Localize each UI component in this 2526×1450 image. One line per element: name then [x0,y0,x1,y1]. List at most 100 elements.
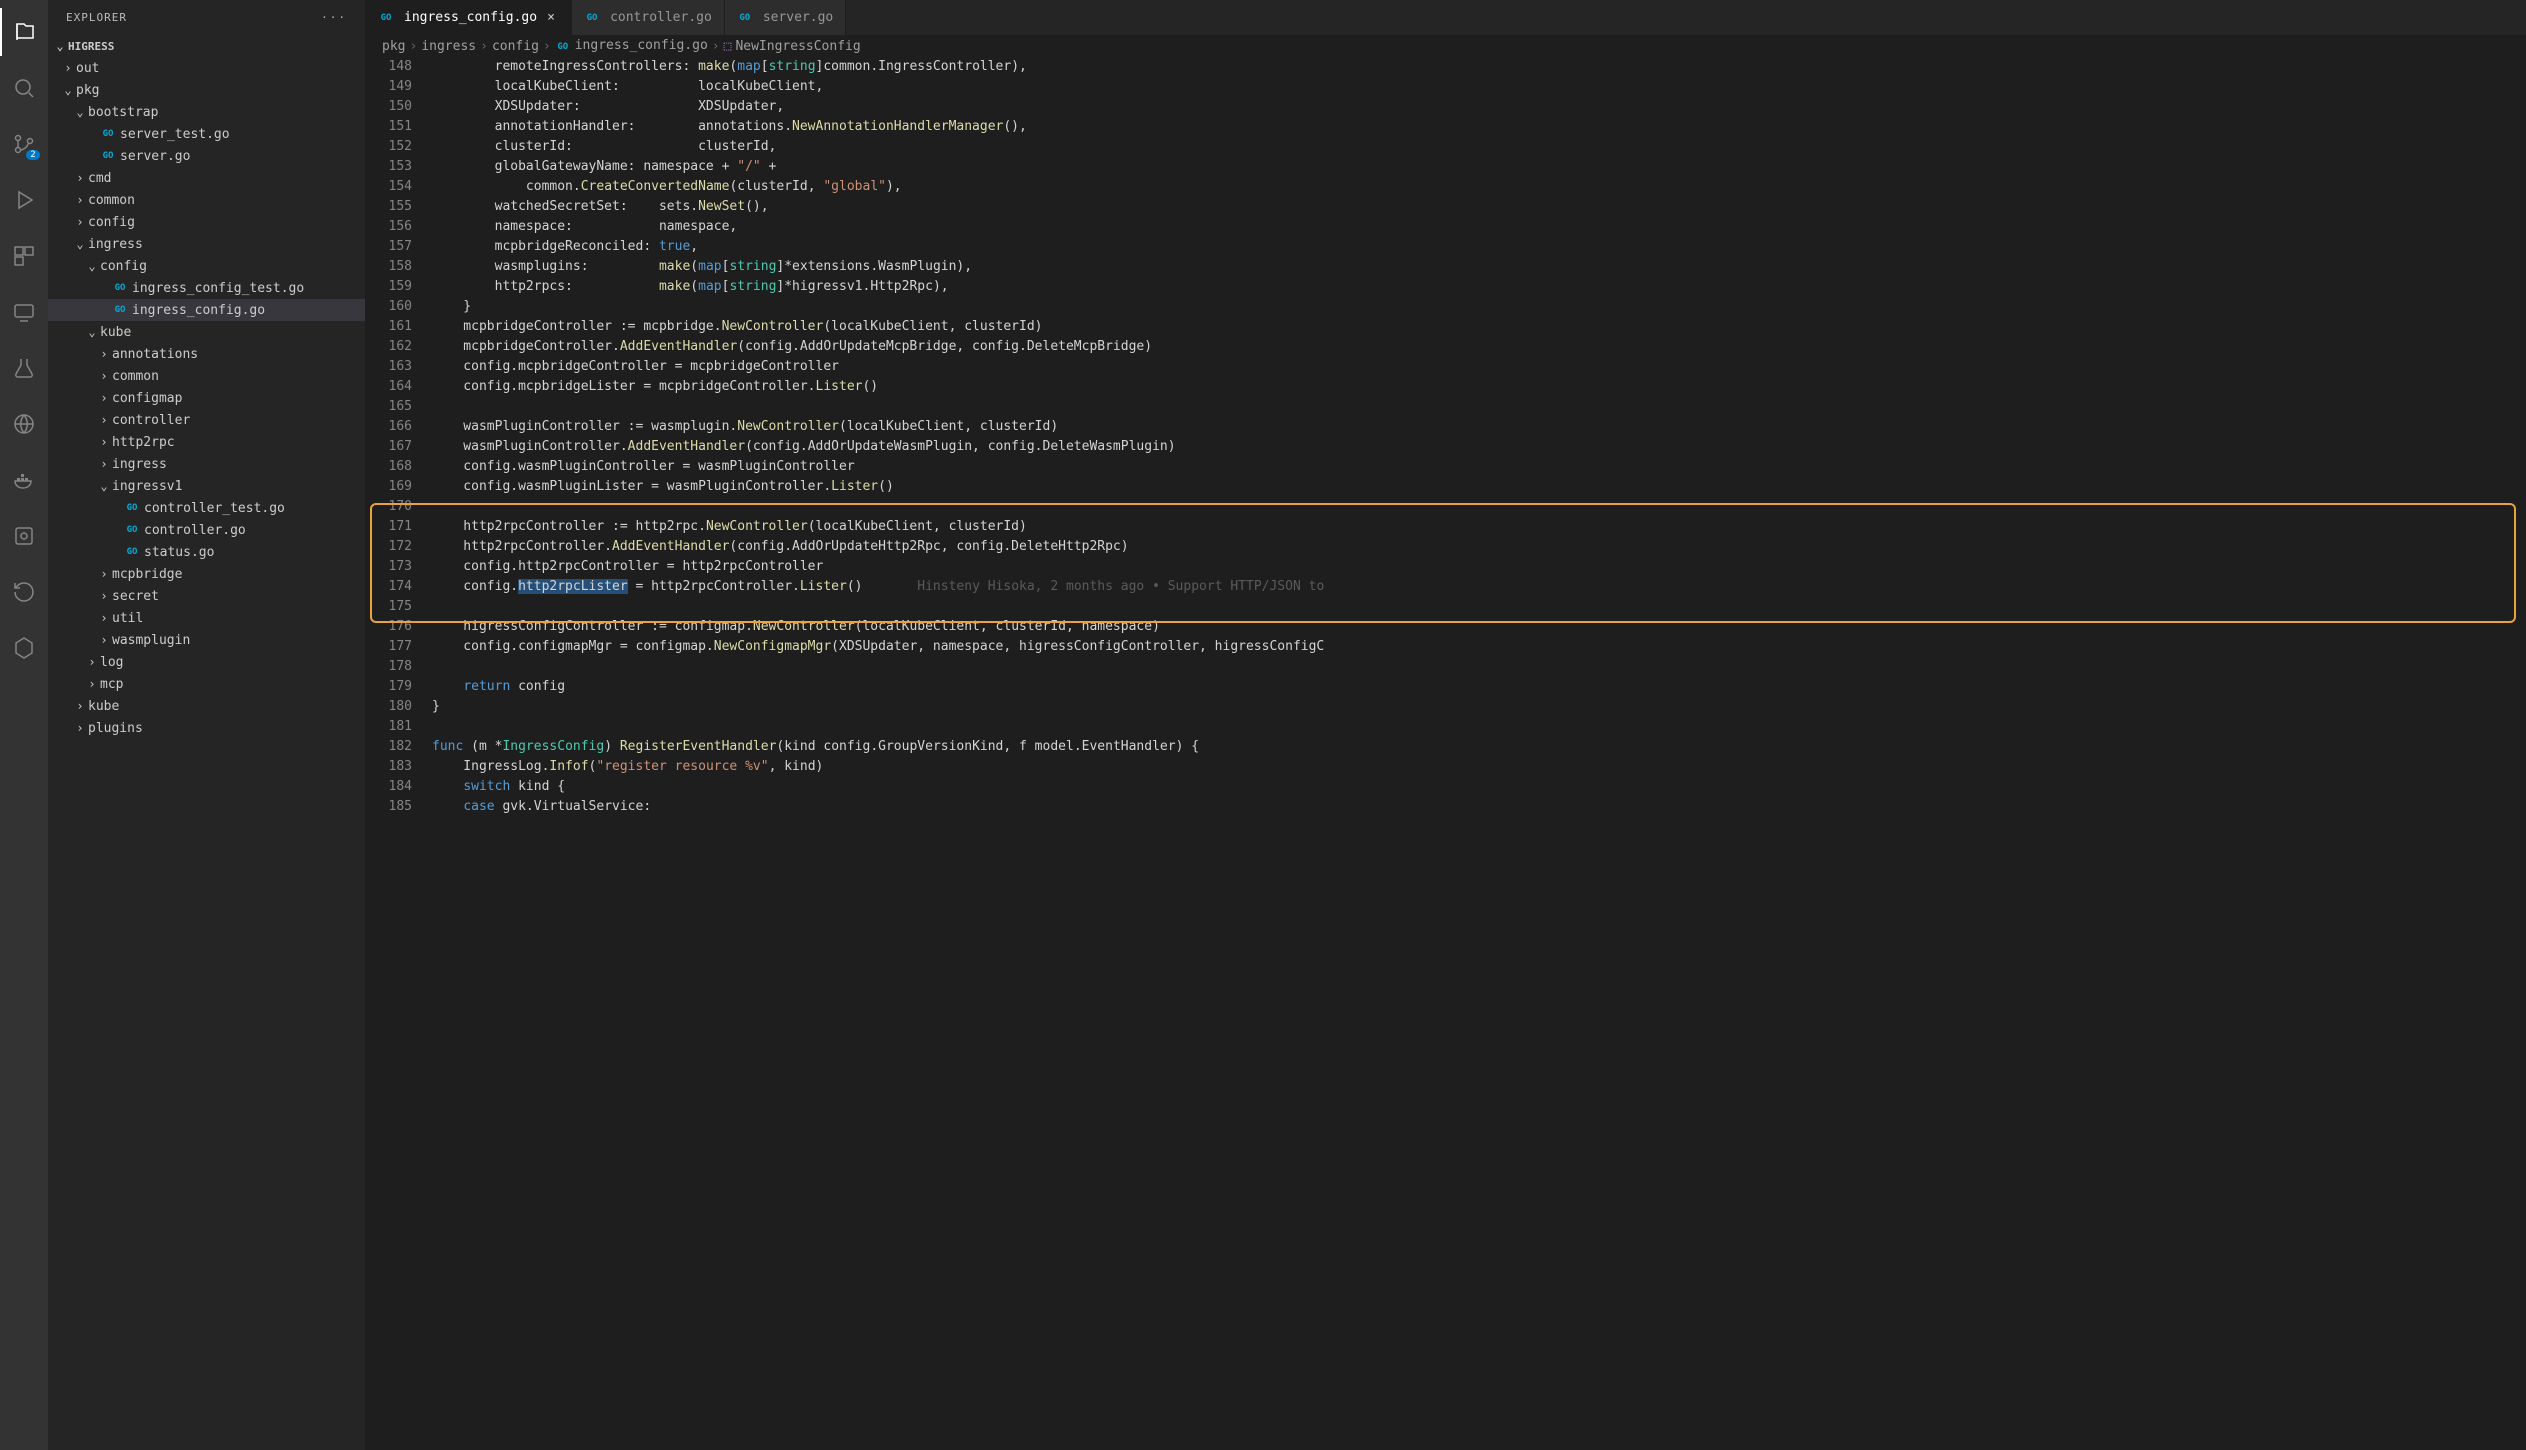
docker-icon[interactable] [0,456,48,504]
folder-item[interactable]: ⌄ingress [48,233,365,255]
code-line[interactable]: localKubeClient: localKubeClient, [432,77,2526,97]
code-line[interactable]: case gvk.VirtualService: [432,797,2526,817]
editor-tab[interactable]: GOingress_config.go× [366,0,572,35]
code-line[interactable]: config.wasmPluginController = wasmPlugin… [432,457,2526,477]
code-line[interactable]: namespace: namespace, [432,217,2526,237]
folder-item[interactable]: ›mcp [48,673,365,695]
settings-sync-icon[interactable] [0,512,48,560]
file-item[interactable]: GOstatus.go [48,541,365,563]
line-number: 185 [366,797,412,817]
folder-item[interactable]: ⌄config [48,255,365,277]
folder-item[interactable]: ›common [48,189,365,211]
extensions-icon[interactable] [0,232,48,280]
file-item[interactable]: GOserver_test.go [48,123,365,145]
code-line[interactable]: config.mcpbridgeController = mcpbridgeCo… [432,357,2526,377]
code-line[interactable]: switch kind { [432,777,2526,797]
code-line[interactable]: return config [432,677,2526,697]
file-item[interactable]: GOcontroller.go [48,519,365,541]
hexagon-icon[interactable] [0,624,48,672]
code-line[interactable]: http2rpcController := http2rpc.NewContro… [432,517,2526,537]
code-line[interactable] [432,597,2526,617]
code-line[interactable]: higressConfigController := configmap.New… [432,617,2526,637]
code-line[interactable]: common.CreateConvertedName(clusterId, "g… [432,177,2526,197]
breadcrumb-segment[interactable]: config [492,39,539,54]
testing-icon[interactable] [0,344,48,392]
code-line[interactable]: watchedSecretSet: sets.NewSet(), [432,197,2526,217]
code-line[interactable] [432,397,2526,417]
folder-item[interactable]: ›plugins [48,717,365,739]
file-item[interactable]: GOingress_config_test.go [48,277,365,299]
code-line[interactable] [432,497,2526,517]
folder-item[interactable]: ›wasmplugin [48,629,365,651]
code-line[interactable]: http2rpcs: make(map[string]*higressv1.Ht… [432,277,2526,297]
go-file-icon: GO [100,148,116,164]
code-line[interactable]: } [432,697,2526,717]
breadcrumb-segment[interactable]: pkg [382,39,405,54]
code-content[interactable]: remoteIngressControllers: make(map[strin… [432,57,2526,1450]
code-line[interactable]: clusterId: clusterId, [432,137,2526,157]
code-line[interactable]: config.http2rpcController = http2rpcCont… [432,557,2526,577]
file-item[interactable]: GOserver.go [48,145,365,167]
source-control-icon[interactable]: 2 [0,120,48,168]
folder-item[interactable]: ›kube [48,695,365,717]
search-icon[interactable] [0,64,48,112]
code-line[interactable]: config.wasmPluginLister = wasmPluginCont… [432,477,2526,497]
code-line[interactable]: remoteIngressControllers: make(map[strin… [432,57,2526,77]
breadcrumb[interactable]: pkg›ingress›config›GOingress_config.go›⬚… [366,35,2526,57]
activity-bar: 2 [0,0,48,1450]
workspace-section[interactable]: ⌄ HIGRESS [48,35,365,57]
code-line[interactable]: XDSUpdater: XDSUpdater, [432,97,2526,117]
folder-item[interactable]: ⌄ingressv1 [48,475,365,497]
folder-item[interactable]: ›config [48,211,365,233]
code-line[interactable]: mcpbridgeReconciled: true, [432,237,2526,257]
editor-tab[interactable]: GOcontroller.go [572,0,725,35]
folder-item[interactable]: ›http2rpc [48,431,365,453]
code-line[interactable]: config.configmapMgr = configmap.NewConfi… [432,637,2526,657]
folder-item[interactable]: ›configmap [48,387,365,409]
folder-item[interactable]: ›util [48,607,365,629]
code-line[interactable]: } [432,297,2526,317]
tree-item-label: controller.go [144,523,246,538]
code-line[interactable]: globalGatewayName: namespace + "/" + [432,157,2526,177]
folder-item[interactable]: ›out [48,57,365,79]
code-line[interactable]: mcpbridgeController.AddEventHandler(conf… [432,337,2526,357]
breadcrumb-segment[interactable]: ingress [421,39,476,54]
code-line[interactable]: IngressLog.Infof("register resource %v",… [432,757,2526,777]
folder-item[interactable]: ⌄kube [48,321,365,343]
code-line[interactable] [432,657,2526,677]
breadcrumb-segment[interactable]: GOingress_config.go [555,38,708,55]
code-line[interactable]: wasmPluginController.AddEventHandler(con… [432,437,2526,457]
editor-tab[interactable]: GOserver.go [725,0,846,35]
code-line[interactable]: wasmplugins: make(map[string]*extensions… [432,257,2526,277]
code-editor[interactable]: 1481491501511521531541551561571581591601… [366,57,2526,1450]
code-line[interactable]: config.mcpbridgeLister = mcpbridgeContro… [432,377,2526,397]
code-line[interactable]: annotationHandler: annotations.NewAnnota… [432,117,2526,137]
code-line[interactable]: mcpbridgeController := mcpbridge.NewCont… [432,317,2526,337]
folder-item[interactable]: ›annotations [48,343,365,365]
folder-item[interactable]: ›cmd [48,167,365,189]
more-icon[interactable]: ··· [321,11,347,24]
folder-item[interactable]: ›log [48,651,365,673]
code-line[interactable]: wasmPluginController := wasmplugin.NewCo… [432,417,2526,437]
line-number: 161 [366,317,412,337]
folder-item[interactable]: ›controller [48,409,365,431]
code-line[interactable]: config.http2rpcLister = http2rpcControll… [432,577,2526,597]
folder-item[interactable]: ›secret [48,585,365,607]
folder-item[interactable]: ›common [48,365,365,387]
debug-icon[interactable] [0,176,48,224]
remote-icon[interactable] [0,288,48,336]
folder-item[interactable]: ›mcpbridge [48,563,365,585]
folder-item[interactable]: ⌄bootstrap [48,101,365,123]
code-line[interactable]: http2rpcController.AddEventHandler(confi… [432,537,2526,557]
file-item[interactable]: GOcontroller_test.go [48,497,365,519]
explorer-icon[interactable] [0,8,48,56]
cloud-icon[interactable] [0,400,48,448]
breadcrumb-segment[interactable]: ⬚NewIngressConfig [724,39,861,54]
file-item[interactable]: GOingress_config.go [48,299,365,321]
folder-item[interactable]: ›ingress [48,453,365,475]
folder-item[interactable]: ⌄pkg [48,79,365,101]
code-line[interactable] [432,717,2526,737]
refresh-icon[interactable] [0,568,48,616]
close-icon[interactable]: × [543,10,559,25]
code-line[interactable]: func (m *IngressConfig) RegisterEventHan… [432,737,2526,757]
